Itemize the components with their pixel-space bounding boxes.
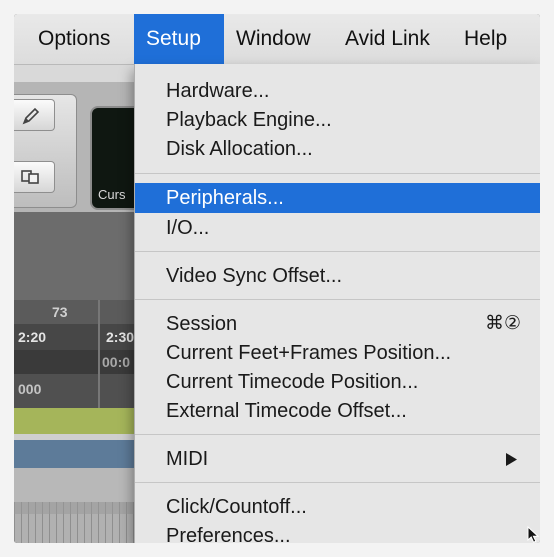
- menu-item-midi[interactable]: MIDI: [135, 444, 540, 474]
- menu-setup[interactable]: Setup: [134, 14, 224, 64]
- menu-help[interactable]: Help: [464, 14, 524, 64]
- ruler-label: 000: [18, 381, 42, 397]
- menu-item-current-feet-frames[interactable]: Current Feet+Frames Position...: [135, 338, 540, 368]
- menu-separator: [135, 434, 540, 435]
- menu-item-hardware[interactable]: Hardware...: [135, 76, 540, 106]
- menu-separator: [135, 299, 540, 300]
- menu-item-preferences[interactable]: Preferences...: [135, 521, 540, 543]
- menu-item-current-timecode[interactable]: Current Timecode Position...: [135, 367, 540, 397]
- menu-separator: [135, 251, 540, 252]
- mouse-cursor-icon: [527, 526, 540, 543]
- ruler-label: 00:0: [102, 354, 131, 370]
- menu-options[interactable]: Options: [38, 14, 124, 64]
- submenu-arrow-icon: [506, 453, 517, 466]
- menu-window[interactable]: Window: [236, 14, 322, 64]
- menu-avid-link[interactable]: Avid Link: [345, 14, 445, 64]
- timecode-label: 2:30: [106, 329, 135, 345]
- menu-separator: [135, 173, 540, 174]
- counter-label: Curs: [98, 187, 126, 202]
- menu-item-peripherals[interactable]: Peripherals...: [135, 183, 540, 213]
- bar-number: 73: [52, 304, 68, 320]
- setup-menu-dropdown: Hardware... Playback Engine... Disk Allo…: [134, 64, 540, 543]
- menu-item-session[interactable]: Session ⌘②: [135, 309, 540, 339]
- grabber-tool-button[interactable]: [14, 161, 55, 193]
- grabber-icon: [21, 170, 39, 184]
- pencil-icon: [22, 107, 40, 125]
- screenshot-frame: Curs 73 2:20 2:30 00:0 000 Options Setup…: [14, 14, 540, 543]
- menu-item-playback-engine[interactable]: Playback Engine...: [135, 105, 540, 135]
- edit-tools-panel: [14, 94, 77, 208]
- menu-bar: Options Setup Window Avid Link Help: [14, 14, 540, 65]
- pencil-tool-button[interactable]: [14, 99, 55, 131]
- menu-item-video-sync-offset[interactable]: Video Sync Offset...: [135, 261, 540, 291]
- menu-item-external-timecode-offset[interactable]: External Timecode Offset...: [135, 396, 540, 426]
- menu-item-io[interactable]: I/O...: [135, 213, 540, 243]
- menu-separator: [135, 482, 540, 483]
- session-shortcut: ⌘②: [484, 313, 521, 334]
- timecode-label: 2:20: [18, 329, 47, 345]
- ruler-divider: [98, 300, 100, 408]
- menu-item-disk-allocation[interactable]: Disk Allocation...: [135, 134, 540, 164]
- menu-item-click-countoff[interactable]: Click/Countoff...: [135, 492, 540, 522]
